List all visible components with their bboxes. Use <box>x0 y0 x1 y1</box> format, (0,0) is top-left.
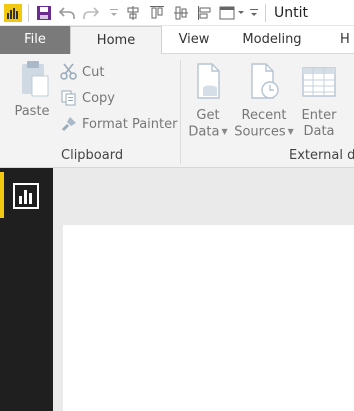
recent-sources-icon <box>251 63 279 99</box>
report-canvas-area <box>53 168 354 411</box>
format-painter-button[interactable]: Format Painter <box>60 113 177 135</box>
copy-button[interactable]: Copy <box>60 87 115 109</box>
get-data-label-1: Get <box>196 108 220 123</box>
report-page[interactable] <box>63 225 354 411</box>
cut-button[interactable]: Cut <box>60 61 104 83</box>
align-left-icon[interactable] <box>193 2 217 24</box>
align-middle-icon[interactable] <box>169 2 193 24</box>
paste-button[interactable]: Paste <box>10 60 54 120</box>
tab-file[interactable]: File <box>0 26 70 54</box>
window-title: Untit <box>274 4 308 21</box>
enter-data-label-1: Enter <box>301 108 337 123</box>
save-icon[interactable] <box>33 2 55 24</box>
paste-label: Paste <box>14 104 50 119</box>
format-painter-label: Format Painter <box>82 116 178 132</box>
tab-help[interactable]: H <box>340 26 354 54</box>
tab-home[interactable]: Home <box>70 26 162 55</box>
enter-data-button[interactable]: Enter Data <box>298 60 340 140</box>
paste-icon <box>22 61 49 97</box>
tab-modeling[interactable]: Modeling <box>236 26 308 54</box>
distribute-icon[interactable] <box>217 2 247 24</box>
get-data-icon <box>197 63 220 99</box>
scissors-icon <box>60 63 77 80</box>
powerbi-logo-icon[interactable] <box>2 2 24 24</box>
recent-sources-button[interactable]: Recent Sources ▼ <box>234 60 294 141</box>
toolbar-separator <box>265 3 266 22</box>
group-divider <box>180 60 181 164</box>
chevron-down-icon: ▼ <box>221 127 228 136</box>
view-navigation-bar <box>0 168 53 411</box>
report-view-icon[interactable] <box>12 182 40 210</box>
toolbar-separator <box>28 3 29 22</box>
redo-icon[interactable] <box>79 2 103 24</box>
recent-sources-label-1: Recent <box>241 108 287 123</box>
undo-icon[interactable] <box>55 2 79 24</box>
quick-access-toolbar: Untit <box>0 0 354 26</box>
copy-icon <box>61 90 76 106</box>
active-view-indicator <box>0 172 4 218</box>
recent-sources-label-2: Sources <box>234 124 286 140</box>
copy-label: Copy <box>82 90 115 106</box>
ribbon-home: Paste Cut Copy Format Painter Clipboard <box>0 54 354 168</box>
enter-data-label-2: Data <box>303 124 335 139</box>
get-data-button[interactable]: Get Data ▼ <box>187 60 229 141</box>
paintbrush-icon <box>62 117 76 131</box>
get-data-label-2: Data <box>188 124 220 140</box>
cut-label: Cut <box>82 64 105 80</box>
toolbar-overflow-icon[interactable] <box>247 2 261 24</box>
ribbon-tabs: File Home View Modeling H <box>0 26 354 55</box>
customize-toolbar-icon[interactable] <box>107 2 121 24</box>
tab-view[interactable]: View <box>170 26 218 54</box>
align-center-icon[interactable] <box>121 2 145 24</box>
external-data-group-label: External da <box>289 148 354 163</box>
chevron-down-icon: ▼ <box>287 127 294 136</box>
clipboard-group-label: Clipboard <box>61 148 124 163</box>
align-top-icon[interactable] <box>145 2 169 24</box>
table-icon <box>302 67 336 97</box>
